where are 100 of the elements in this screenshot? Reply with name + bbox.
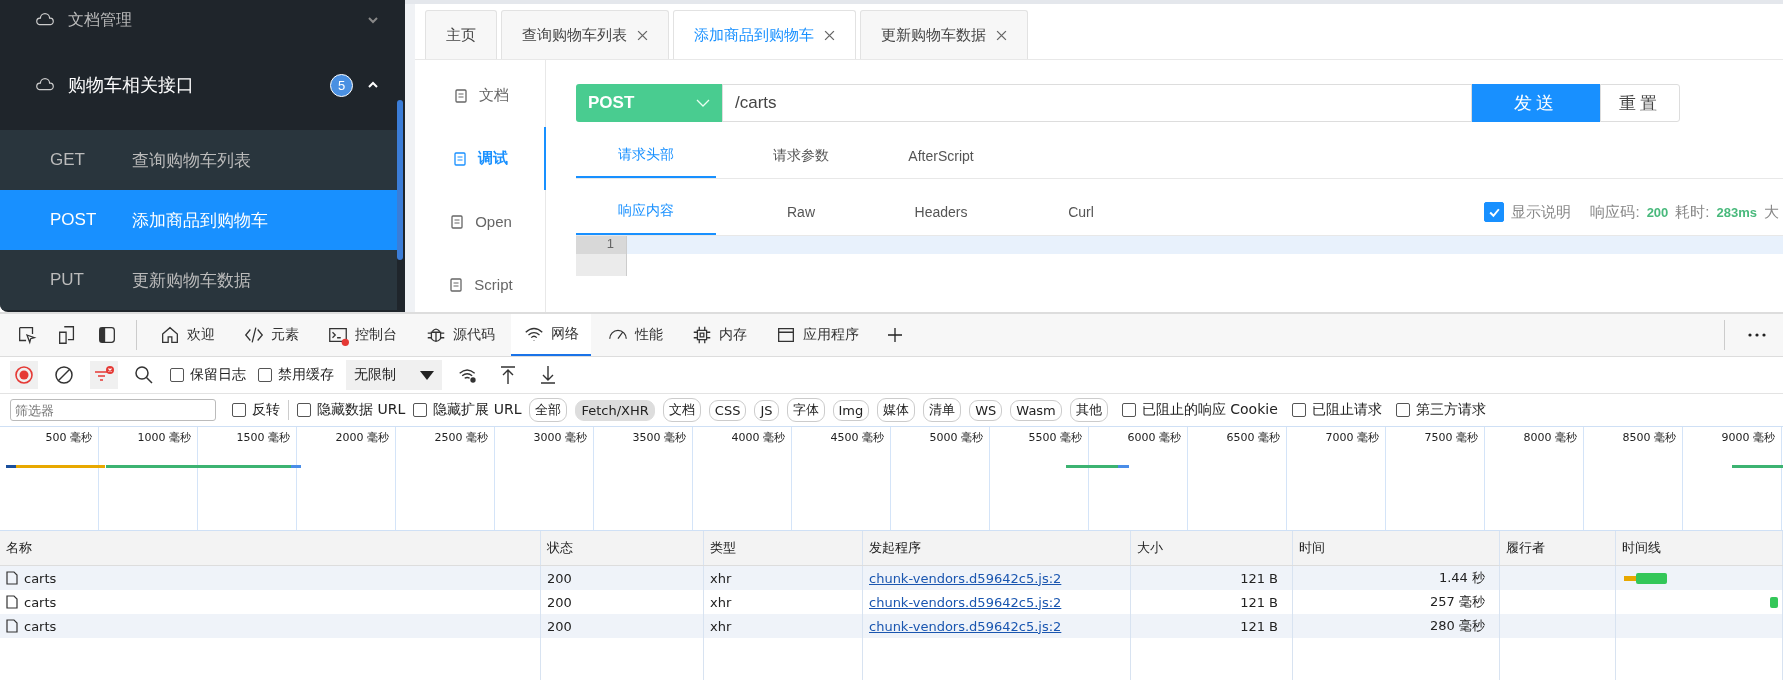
type-filter-chip[interactable]: 字体 <box>786 398 825 422</box>
devtools-tab[interactable]: 应用程序 <box>763 314 871 356</box>
devtools-tab[interactable]: 内存 <box>679 314 759 356</box>
devtools-tab[interactable]: 源代码 <box>413 314 507 356</box>
checkbox[interactable] <box>1484 202 1505 222</box>
initiator-link[interactable]: chunk-vendors.d59642c5.js:2 <box>869 570 1062 586</box>
doc-nav-item[interactable]: Open <box>415 190 546 253</box>
sidebar-group[interactable]: 购物车相关接口 5 <box>0 40 405 130</box>
devtools-tab[interactable]: 欢迎 <box>147 314 227 356</box>
waterfall-bar <box>1770 596 1778 608</box>
upload-icon[interactable] <box>498 365 518 385</box>
checkbox[interactable] <box>170 368 184 382</box>
checkbox[interactable] <box>413 403 428 417</box>
download-icon[interactable] <box>538 365 558 385</box>
api-item[interactable]: PUT 更新购物车数据 <box>0 250 397 310</box>
size-cell: 121 B <box>1240 594 1278 610</box>
devtools-tab[interactable]: 元素 <box>231 314 311 356</box>
status-cell: 200 <box>547 618 572 634</box>
type-filter-chip[interactable]: 其他 <box>1069 398 1108 422</box>
time-cell: 257 毫秒 <box>1430 593 1485 611</box>
chevron-down-icon <box>696 99 710 107</box>
response-tab[interactable]: Curl <box>1026 189 1136 235</box>
request-name[interactable]: carts <box>24 594 57 610</box>
request-tab[interactable]: AfterScript <box>886 134 996 178</box>
api-item[interactable]: GET 查询购物车列表 <box>0 130 397 190</box>
type-filter-chip[interactable]: 清单 <box>923 398 962 422</box>
time-tick: 6500 毫秒 <box>1226 431 1280 444</box>
home-icon <box>159 324 181 346</box>
page-tab[interactable]: 更新购物车数据 <box>860 10 1028 59</box>
close-icon[interactable] <box>637 29 648 41</box>
time-cell: 280 毫秒 <box>1430 617 1485 635</box>
close-icon[interactable] <box>824 29 835 41</box>
time-tick: 2500 毫秒 <box>434 431 488 444</box>
checkbox-label: 显示说明 <box>1511 202 1572 222</box>
type-filter-chip[interactable]: CSS <box>708 399 747 421</box>
type-filter-chip[interactable]: Img <box>832 399 870 421</box>
doc-nav-item[interactable]: Script <box>415 253 546 312</box>
column-header[interactable]: 类型 <box>704 531 863 565</box>
count-badge: 5 <box>330 73 353 97</box>
response-tab[interactable]: Headers <box>886 189 996 235</box>
checkbox[interactable] <box>232 403 246 417</box>
page-tab[interactable]: 查询购物车列表 <box>501 10 669 59</box>
file-icon <box>6 571 18 585</box>
clear-icon[interactable] <box>54 365 74 385</box>
reset-button[interactable]: 重置 <box>1600 84 1680 122</box>
request-name[interactable]: carts <box>24 618 57 634</box>
type-cell: xhr <box>710 570 732 586</box>
time-tick: 7500 毫秒 <box>1424 431 1478 444</box>
checkbox-label: 保留日志 <box>190 366 246 384</box>
devtools-tab[interactable]: 网络 <box>511 314 591 356</box>
url-field[interactable]: /carts <box>722 84 1472 122</box>
record-button[interactable] <box>10 361 38 389</box>
status-cell: 200 <box>547 594 572 610</box>
close-icon[interactable] <box>996 29 1007 41</box>
sidebar-group[interactable]: 文档管理 <box>0 0 405 40</box>
type-filter-chip[interactable]: WS <box>969 399 1003 421</box>
inspect-icon[interactable] <box>16 324 38 346</box>
devtools-tab[interactable]: 控制台 <box>315 314 409 356</box>
response-tab[interactable]: Raw <box>746 189 856 235</box>
type-filter-chip[interactable]: 文档 <box>662 398 701 422</box>
column-header[interactable]: 大小 <box>1131 531 1293 565</box>
nav-icon <box>452 87 469 104</box>
checkbox[interactable] <box>258 368 272 382</box>
initiator-link[interactable]: chunk-vendors.d59642c5.js:2 <box>869 618 1062 634</box>
plus-icon[interactable] <box>887 327 903 343</box>
column-header[interactable]: 时间 <box>1293 531 1500 565</box>
checkbox[interactable] <box>297 403 311 417</box>
size-cell: 121 B <box>1240 618 1278 634</box>
request-name[interactable]: carts <box>24 570 57 586</box>
initiator-link[interactable]: chunk-vendors.d59642c5.js:2 <box>869 594 1062 610</box>
filter-field[interactable]: 筛选器 <box>10 399 216 421</box>
devtools-tab[interactable]: 性能 <box>595 314 675 356</box>
request-tab[interactable]: 请求参数 <box>746 134 856 178</box>
type-filter-chip[interactable]: Fetch/XHR <box>575 399 655 421</box>
column-header[interactable]: 时间线 <box>1616 531 1783 565</box>
checkbox[interactable] <box>1291 403 1306 417</box>
time-label: 耗时: <box>1675 202 1710 222</box>
checkbox[interactable] <box>1395 403 1410 417</box>
scrollbar[interactable] <box>397 100 403 260</box>
column-header[interactable]: 履行者 <box>1500 531 1616 565</box>
type-filter-chip[interactable]: JS <box>754 399 779 421</box>
checkbox-label: 第三方请求 <box>1415 401 1486 419</box>
throttle-select[interactable]: 无限制 <box>346 360 442 390</box>
time-value: 283ms <box>1716 204 1757 220</box>
type-filter-chip[interactable]: Wasm <box>1010 399 1062 421</box>
type-filter-chip[interactable]: 媒体 <box>877 398 916 422</box>
page-tab[interactable]: 主页 <box>425 10 497 59</box>
checkbox-label: 隐藏数据 URL <box>317 401 406 419</box>
search-icon[interactable] <box>134 365 154 385</box>
column-header[interactable]: 状态 <box>541 531 704 565</box>
size-cell: 121 B <box>1240 570 1278 586</box>
column-header[interactable]: 发起程序 <box>863 531 1131 565</box>
caret-icon <box>420 370 434 380</box>
column-header[interactable]: 名称 <box>0 531 541 565</box>
type-filter-chip[interactable]: 全部 <box>529 398 568 422</box>
sidebar-icon[interactable] <box>96 324 118 346</box>
checkbox-label: 隐藏扩展 URL <box>433 401 522 419</box>
doc-nav-item[interactable]: 文档 <box>415 64 546 127</box>
checkbox[interactable] <box>1121 403 1136 417</box>
more-icon[interactable] <box>1747 332 1767 338</box>
